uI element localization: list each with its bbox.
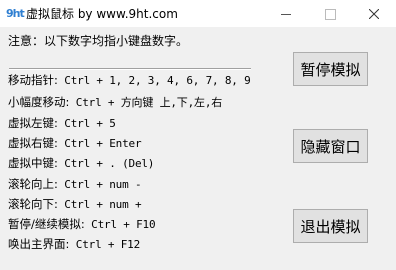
shortcut-wheel-down: 滚轮向下: Ctrl + num + — [8, 196, 142, 212]
shortcut-keys: Ctrl + . (Del) — [57, 157, 155, 170]
shortcut-label: 虚拟右键: — [8, 136, 58, 150]
shortcut-small-move: 小幅度移动: Ctrl + 方向键 上,下,左,右 — [8, 94, 222, 110]
shortcut-keys: Ctrl + num - — [57, 178, 142, 191]
minimize-button[interactable] — [264, 0, 308, 28]
app-logo-icon: 9ht — [6, 7, 25, 20]
shortcut-pause-resume: 暂停/继续模拟: Ctrl + F10 — [8, 216, 156, 232]
window-title: 虚拟鼠标 by www.9ht.com — [26, 7, 178, 21]
exit-simulation-button[interactable]: 退出模拟 — [293, 209, 368, 243]
close-button[interactable] — [352, 0, 396, 28]
note-text: 注意：以下数字均指小键盘数字。 — [8, 34, 189, 48]
shortcut-label: 虚拟中键: — [8, 156, 58, 170]
pause-simulation-button[interactable]: 暂停模拟 — [293, 52, 368, 86]
client-area: 注意：以下数字均指小键盘数字。 移动指针: Ctrl + 1, 2, 3, 4,… — [0, 28, 396, 270]
shortcut-keys: Ctrl + Enter — [57, 137, 142, 150]
shortcut-middle-click: 虚拟中键: Ctrl + . (Del) — [8, 155, 154, 171]
shortcut-keys: Ctrl + 1, 2, 3, 4, 6, 7, 8, 9 — [57, 74, 251, 87]
shortcut-keys: Ctrl + F12 — [69, 238, 141, 251]
shortcut-keys: Ctrl + num + — [57, 198, 142, 211]
shortcut-label: 滚轮向下: — [8, 197, 58, 211]
shortcut-label: 小幅度移动: — [8, 95, 70, 109]
shortcut-move-pointer: 移动指针: Ctrl + 1, 2, 3, 4, 6, 7, 8, 9 — [8, 72, 251, 88]
shortcut-keys: Ctrl + 方向键 上,下,左,右 — [69, 96, 223, 109]
separator-line — [9, 68, 251, 70]
shortcut-keys: Ctrl + 5 — [57, 117, 116, 130]
shortcut-left-click: 虚拟左键: Ctrl + 5 — [8, 115, 116, 131]
shortcut-label: 滚轮向上: — [8, 177, 58, 191]
shortcut-wheel-up: 滚轮向上: Ctrl + num - — [8, 176, 142, 192]
close-icon — [369, 9, 379, 19]
title-bar[interactable]: 9ht 虚拟鼠标 by www.9ht.com — [0, 0, 396, 28]
maximize-button[interactable] — [308, 0, 352, 28]
shortcut-label: 移动指针: — [8, 73, 58, 87]
shortcut-right-click: 虚拟右键: Ctrl + Enter — [8, 135, 142, 151]
shortcut-label: 唤出主界面: — [8, 237, 70, 251]
shortcut-label: 虚拟左键: — [8, 116, 58, 130]
shortcut-label: 暂停/继续模拟: — [8, 217, 85, 231]
hide-window-button[interactable]: 隐藏窗口 — [293, 129, 368, 163]
shortcut-keys: Ctrl + F10 — [84, 218, 156, 231]
shortcut-show-main: 唤出主界面: Ctrl + F12 — [8, 236, 140, 252]
